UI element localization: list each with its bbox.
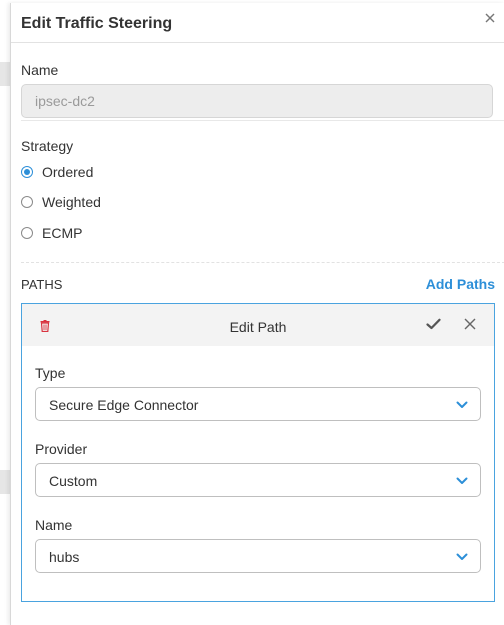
radio-ecmp[interactable] xyxy=(21,227,33,239)
strategy-option-ordered[interactable]: Ordered xyxy=(21,163,93,181)
radio-label-weighted: Weighted xyxy=(42,194,101,210)
radio-label-ecmp: ECMP xyxy=(42,225,83,241)
edit-traffic-steering-panel: Edit Traffic Steering Name ipsec-dc2 Str… xyxy=(10,3,504,625)
panel-header: Edit Traffic Steering xyxy=(11,3,504,43)
chevron-down-icon xyxy=(456,401,468,408)
strategy-option-ecmp[interactable]: ECMP xyxy=(21,224,82,242)
radio-ordered[interactable] xyxy=(21,166,33,178)
background-row xyxy=(0,470,10,494)
name-field[interactable]: ipsec-dc2 xyxy=(21,84,493,118)
type-label: Type xyxy=(35,365,66,381)
edit-path-header: Edit Path xyxy=(22,304,494,346)
edit-path-title: Edit Path xyxy=(229,319,287,335)
background-row xyxy=(0,62,10,86)
panel-title: Edit Traffic Steering xyxy=(21,15,173,32)
provider-select-value: Custom xyxy=(49,473,98,489)
chevron-down-icon xyxy=(456,477,468,484)
path-name-select-value: hubs xyxy=(49,549,80,565)
strategy-option-weighted[interactable]: Weighted xyxy=(21,193,101,211)
strategy-label: Strategy xyxy=(21,138,74,154)
checkmark-icon[interactable] xyxy=(426,318,441,330)
section-divider xyxy=(21,120,504,121)
add-paths-link[interactable]: Add Paths xyxy=(426,276,495,292)
paths-heading: PATHS xyxy=(21,277,63,292)
radio-weighted[interactable] xyxy=(21,196,33,208)
edit-path-card: Edit Path Type Secure Edge Connector Pro… xyxy=(21,303,495,602)
provider-label: Provider xyxy=(35,441,88,457)
name-label: Name xyxy=(21,62,59,78)
type-select-value: Secure Edge Connector xyxy=(49,397,199,413)
provider-select[interactable]: Custom xyxy=(35,463,481,497)
path-name-label: Name xyxy=(35,517,73,533)
close-icon[interactable] xyxy=(483,11,497,25)
radio-label-ordered: Ordered xyxy=(42,164,94,180)
paths-divider xyxy=(21,262,504,263)
type-select[interactable]: Secure Edge Connector xyxy=(35,387,481,421)
path-name-select[interactable]: hubs xyxy=(35,539,481,573)
chevron-down-icon xyxy=(456,553,468,560)
close-icon[interactable] xyxy=(464,318,476,330)
background-page xyxy=(0,0,10,625)
